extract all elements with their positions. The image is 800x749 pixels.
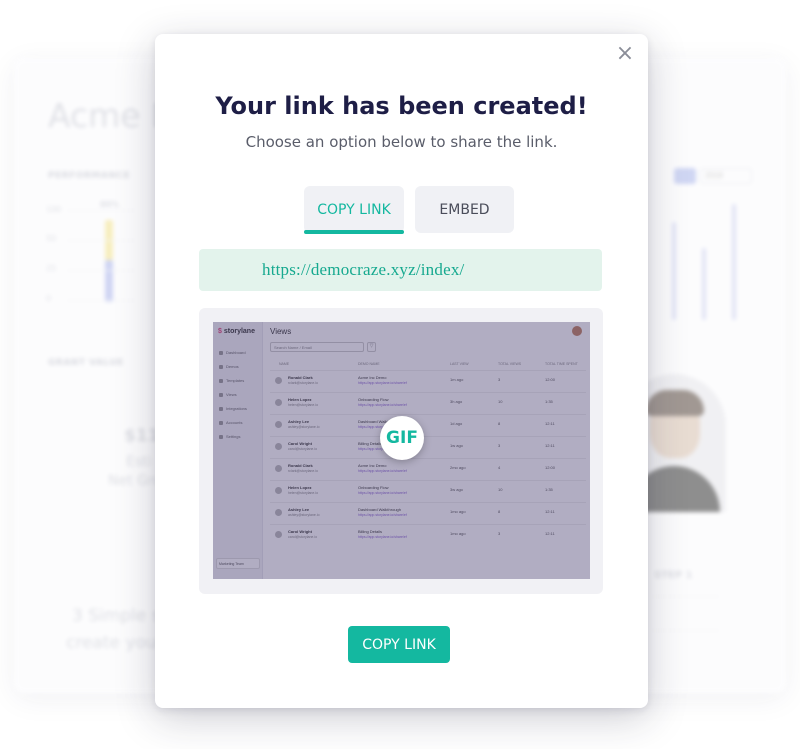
- copy-link-button[interactable]: COPY LINK: [348, 626, 450, 663]
- share-link-url[interactable]: https://democraze.xyz/index/: [262, 260, 464, 280]
- share-link-modal: × Your link has been created! Choose an …: [155, 34, 648, 708]
- net-label: Net Gro: [108, 473, 162, 489]
- chart-bar: [105, 260, 113, 302]
- grid-line: [66, 270, 136, 271]
- y-tick: 25: [46, 264, 57, 273]
- grid-line: [66, 210, 136, 211]
- chart-bar: [672, 222, 676, 320]
- grid-line: [66, 300, 136, 301]
- y-tick: 0: [46, 294, 52, 303]
- hair-shape: [646, 390, 704, 416]
- year-select: 2018: [700, 168, 752, 184]
- performance-label: PERFORMANCE: [48, 171, 131, 181]
- promo-line-2: create your: [66, 633, 164, 653]
- modal-title: Your link has been created!: [215, 92, 588, 120]
- close-icon[interactable]: ×: [613, 42, 637, 66]
- grid-line: [66, 240, 136, 241]
- share-link-box[interactable]: https://democraze.xyz/index/: [199, 249, 602, 291]
- grant-label: GRANT VALUE: [48, 358, 124, 368]
- toggle-icon: [674, 168, 696, 184]
- estimate-label: Esti: [126, 454, 152, 470]
- percent-label: 80%: [100, 200, 120, 209]
- grid-line: [650, 630, 720, 631]
- grid-line: [650, 596, 720, 597]
- y-tick: 50: [46, 234, 57, 243]
- chart-bar: [702, 248, 706, 320]
- y-tick: 100: [46, 205, 62, 214]
- gif-badge-label: GIF: [386, 428, 418, 448]
- modal-subtitle: Choose an option below to share the link…: [245, 133, 558, 151]
- chart-bar: [732, 204, 736, 320]
- tab-embed[interactable]: EMBED: [415, 186, 514, 233]
- tab-copy-link[interactable]: COPY LINK: [304, 186, 404, 233]
- active-tab-indicator: [304, 230, 404, 234]
- step-label: STEP 1: [654, 570, 693, 581]
